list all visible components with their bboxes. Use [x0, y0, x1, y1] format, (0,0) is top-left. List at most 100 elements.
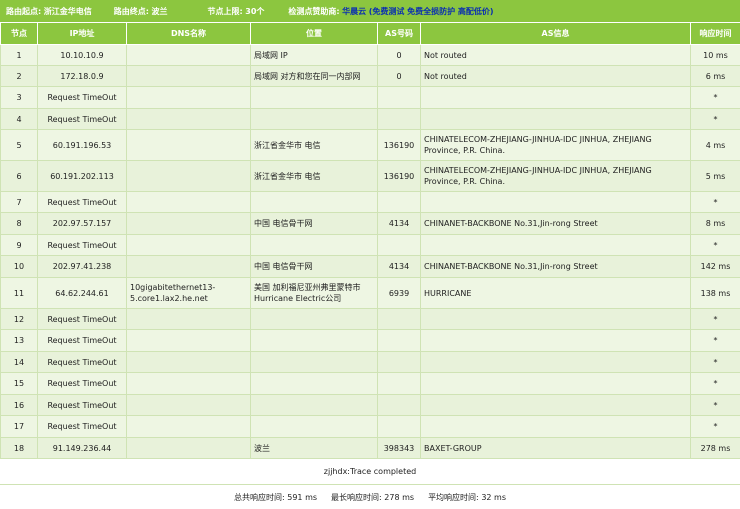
table-row: 4Request TimeOut*: [1, 109, 740, 130]
cell-hop: 14: [1, 352, 38, 373]
table-row: 17Request TimeOut*: [1, 416, 740, 438]
cell-as-info: [421, 416, 691, 438]
cell-dns: [127, 438, 251, 459]
cell-ip: Request TimeOut: [38, 352, 127, 373]
table-row: 110.10.10.9局域网 IP0Not routed10 ms: [1, 45, 740, 66]
cell-response-time: *: [691, 192, 740, 213]
cell-location: 中国 电信骨干网: [251, 256, 378, 278]
cell-hop: 10: [1, 256, 38, 278]
col-header-hop: 节点: [1, 23, 38, 45]
cell-as-info: CHINANET-BACKBONE No.31,Jin-rong Street: [421, 213, 691, 235]
cell-hop: 4: [1, 109, 38, 130]
cell-location: 局域网 IP: [251, 45, 378, 66]
cell-as-info: [421, 309, 691, 330]
destination-label: 路由终点:: [114, 6, 149, 17]
avg-time-label: 平均响应时间:: [428, 493, 479, 502]
origin-label: 路由起点:: [6, 6, 41, 17]
cell-as-number: [378, 87, 421, 109]
col-header-dns: DNS名称: [127, 23, 251, 45]
table-row: 660.191.202.113浙江省金华市 电信136190CHINATELEC…: [1, 161, 740, 192]
cell-hop: 18: [1, 438, 38, 459]
cell-hop: 16: [1, 395, 38, 416]
table-row: 16Request TimeOut*: [1, 395, 740, 416]
sponsor-offer-link[interactable]: (免费测试 免费全损防护 高配低价): [369, 6, 494, 17]
cell-response-time: 278 ms: [691, 438, 740, 459]
cell-as-number: [378, 309, 421, 330]
cell-dns: [127, 192, 251, 213]
cell-hop: 3: [1, 87, 38, 109]
table-header-row: 节点 IP地址 DNS名称 位置 AS号码 AS信息 响应时间: [1, 23, 740, 45]
cell-as-number: 4134: [378, 213, 421, 235]
cell-location: 局域网 对方和您在同一内部网: [251, 66, 378, 87]
max-time-value: 278 ms: [384, 493, 414, 502]
cell-dns: [127, 235, 251, 256]
cell-ip: Request TimeOut: [38, 192, 127, 213]
cell-response-time: *: [691, 352, 740, 373]
cell-dns: [127, 161, 251, 192]
col-header-as-info: AS信息: [421, 23, 691, 45]
node-limit-label: 节点上限:: [208, 6, 243, 17]
sponsor-label: 检测点赞助商:: [288, 6, 339, 17]
cell-hop: 5: [1, 130, 38, 161]
table-row: 1164.62.244.6110gigabitethernet13-5.core…: [1, 278, 740, 309]
cell-as-info: [421, 373, 691, 395]
cell-as-number: 136190: [378, 130, 421, 161]
cell-ip: 202.97.57.157: [38, 213, 127, 235]
cell-hop: 17: [1, 416, 38, 438]
total-time-value: 591 ms: [287, 493, 317, 502]
cell-dns: [127, 373, 251, 395]
cell-response-time: 10 ms: [691, 45, 740, 66]
table-row: 13Request TimeOut*: [1, 330, 740, 352]
cell-location: 美国 加利福尼亚州弗里蒙特市Hurricane Electric公司: [251, 278, 378, 309]
cell-location: [251, 192, 378, 213]
cell-dns: [127, 352, 251, 373]
cell-ip: Request TimeOut: [38, 395, 127, 416]
cell-as-info: CHINATELECOM-ZHEJIANG-JINHUA-IDC JINHUA,…: [421, 130, 691, 161]
cell-as-number: [378, 192, 421, 213]
cell-dns: [127, 330, 251, 352]
cell-dns: [127, 213, 251, 235]
cell-hop: 6: [1, 161, 38, 192]
table-row: 2172.18.0.9局域网 对方和您在同一内部网0Not routed6 ms: [1, 66, 740, 87]
cell-as-info: [421, 352, 691, 373]
cell-dns: [127, 416, 251, 438]
cell-as-number: [378, 395, 421, 416]
avg-time-value: 32 ms: [481, 493, 506, 502]
cell-location: [251, 309, 378, 330]
cell-hop: 15: [1, 373, 38, 395]
cell-response-time: 5 ms: [691, 161, 740, 192]
sponsor-link[interactable]: 华晨云: [342, 6, 366, 17]
cell-as-info: [421, 330, 691, 352]
cell-as-number: 0: [378, 45, 421, 66]
cell-as-info: BAXET-GROUP: [421, 438, 691, 459]
cell-as-number: 0: [378, 66, 421, 87]
cell-ip: 64.62.244.61: [38, 278, 127, 309]
cell-location: [251, 395, 378, 416]
max-time-label: 最长响应时间:: [331, 493, 382, 502]
trace-table-body: 110.10.10.9局域网 IP0Not routed10 ms2172.18…: [1, 45, 740, 459]
table-row: 8202.97.57.157中国 电信骨干网4134CHINANET-BACKB…: [1, 213, 740, 235]
table-row: 1891.149.236.44波兰398343BAXET-GROUP278 ms: [1, 438, 740, 459]
cell-as-number: 398343: [378, 438, 421, 459]
cell-location: [251, 352, 378, 373]
table-row: 560.191.196.53浙江省金华市 电信136190CHINATELECO…: [1, 130, 740, 161]
cell-as-number: 4134: [378, 256, 421, 278]
col-header-as-number: AS号码: [378, 23, 421, 45]
origin-value: 浙江金华电信: [44, 6, 92, 17]
cell-response-time: *: [691, 235, 740, 256]
cell-ip: Request TimeOut: [38, 309, 127, 330]
cell-response-time: *: [691, 416, 740, 438]
cell-response-time: *: [691, 373, 740, 395]
trace-result-panel: 路由起点: 浙江金华电信 路由终点: 波兰 节点上限: 30个 检测点赞助商: …: [0, 0, 740, 490]
cell-hop: 11: [1, 278, 38, 309]
cell-ip: Request TimeOut: [38, 330, 127, 352]
cell-location: 浙江省金华市 电信: [251, 130, 378, 161]
cell-ip: 60.191.202.113: [38, 161, 127, 192]
cell-dns: [127, 87, 251, 109]
total-time-label: 总共响应时间:: [234, 493, 285, 502]
table-row: 12Request TimeOut*: [1, 309, 740, 330]
cell-response-time: *: [691, 330, 740, 352]
cell-as-number: 136190: [378, 161, 421, 192]
table-row: 7Request TimeOut*: [1, 192, 740, 213]
col-header-response-time: 响应时间: [691, 23, 740, 45]
